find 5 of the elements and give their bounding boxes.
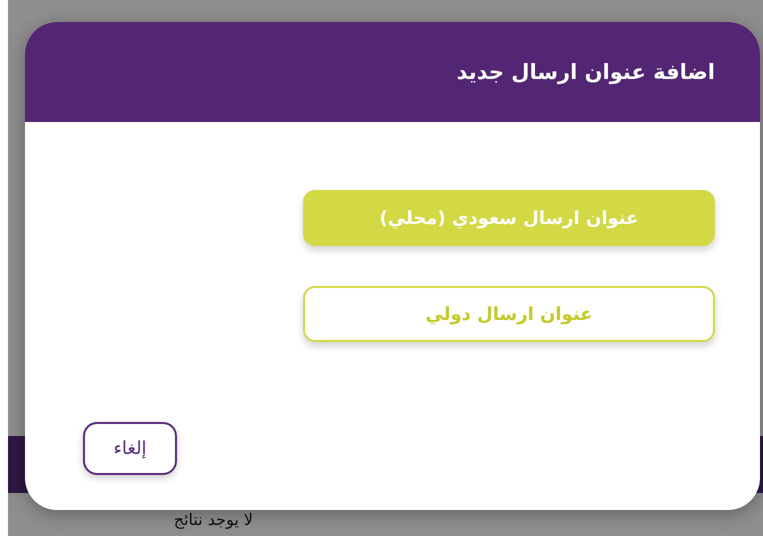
cancel-button[interactable]: إلغاء: [83, 422, 177, 475]
empty-message: لا يوجد نتائج: [174, 511, 253, 529]
address-option-button[interactable]: عنوان ارسال سعودي (محلي): [303, 190, 715, 246]
dialog-title: اضافة عنوان ارسال جديد: [456, 60, 715, 84]
address-option-button[interactable]: عنوان ارسال دولي: [303, 286, 715, 342]
